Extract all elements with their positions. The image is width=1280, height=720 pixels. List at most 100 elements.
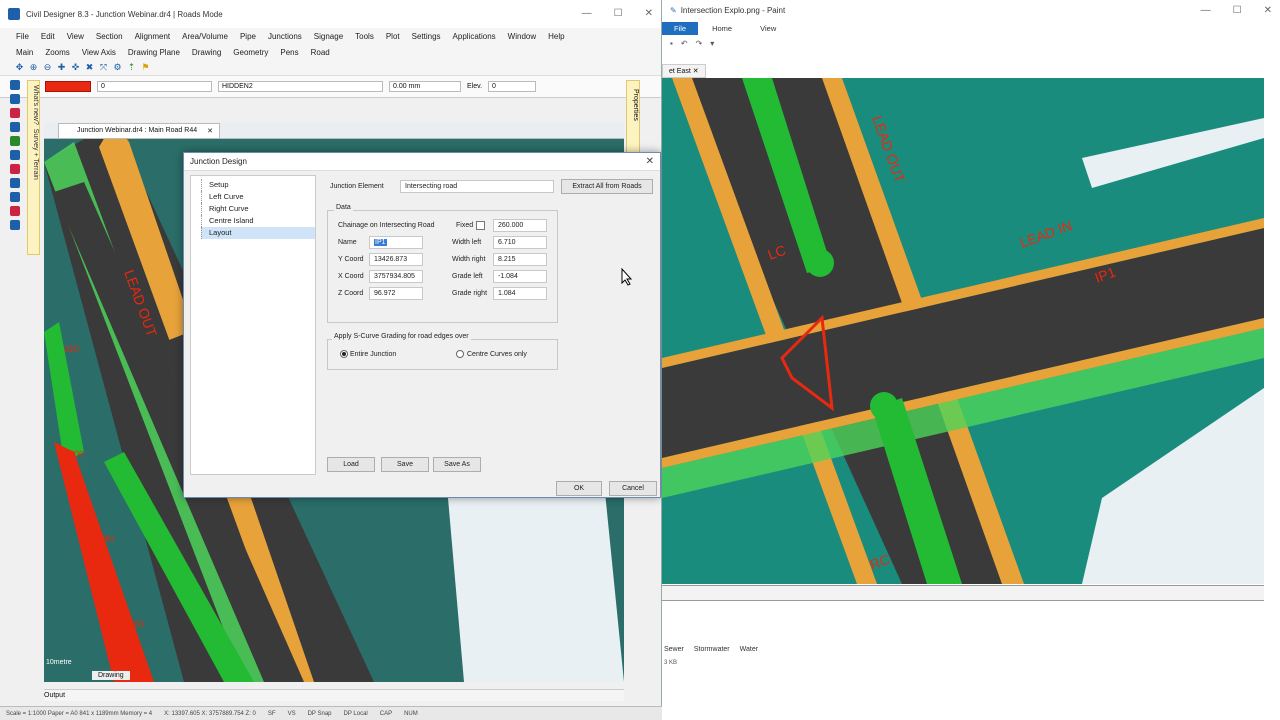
paint-tab-close-icon[interactable]: ✕ (693, 68, 699, 75)
chainage-field[interactable]: 260.000 (493, 219, 547, 232)
sign-icon[interactable] (10, 206, 20, 216)
paint-bottom-tab[interactable]: Water (740, 646, 758, 656)
save-icon[interactable]: ▪ (670, 39, 673, 48)
menu-item-applications[interactable]: Applications (447, 32, 502, 41)
ribbon-tab-drawingplane[interactable]: Drawing Plane (122, 48, 186, 57)
cross-icon[interactable]: ✖ (84, 62, 95, 73)
dropdown-icon[interactable]: ▾ (710, 39, 714, 48)
ribbon-tab-drawing[interactable]: Drawing (186, 48, 227, 57)
menu-item-plot[interactable]: Plot (380, 32, 406, 41)
paint-bottom-tab[interactable]: Sewer (664, 646, 684, 656)
radio-centre-curves[interactable] (456, 350, 464, 358)
fixed-checkbox[interactable] (476, 221, 485, 230)
ribbon-tab-pens[interactable]: Pens (274, 48, 304, 57)
menu-item-settings[interactable]: Settings (406, 32, 447, 41)
menu-item-junctions[interactable]: Junctions (262, 32, 308, 41)
tree-item-rightcurve[interactable]: Right Curve (201, 203, 315, 215)
pipe-icon[interactable] (10, 108, 20, 118)
load-button[interactable]: Load (327, 457, 375, 472)
tree-item-setup[interactable]: Setup (201, 179, 315, 191)
menu-item-signage[interactable]: Signage (308, 32, 349, 41)
gear-icon[interactable]: ⚙ (112, 62, 123, 73)
grade-left-field[interactable]: -1.084 (493, 270, 547, 283)
ch-280-label: 280 (99, 534, 114, 544)
paint-tab-label: et East (669, 68, 691, 75)
ribbon-tab-geometry[interactable]: Geometry (227, 48, 274, 57)
move-icon[interactable]: ✚ (56, 62, 67, 73)
maximize-icon[interactable]: ☐ (614, 8, 623, 19)
menu-item-section[interactable]: Section (90, 32, 129, 41)
paint-ribbon-view[interactable]: View (746, 24, 790, 33)
minimize-icon[interactable]: — (582, 8, 592, 19)
extract-all-button[interactable]: Extract All from Roads (561, 179, 653, 194)
grid-icon[interactable] (10, 192, 20, 202)
pin-icon[interactable]: ⇡ (126, 62, 137, 73)
zoom-in-icon[interactable]: ⊕ (28, 62, 39, 73)
redo-icon[interactable]: ↷ (696, 39, 703, 48)
junction-element-select[interactable]: Intersecting road (400, 180, 554, 193)
paint-tab[interactable]: et East ✕ (662, 64, 706, 78)
paint-canvas[interactable]: LEAD OUT LEAD IN IP1 LC RC (662, 78, 1264, 584)
document-tab[interactable]: Junction Webinar.dr4 : Main Road R44 ✕ (58, 122, 220, 138)
paint-window-buttons: — ☐ ✕ (1201, 5, 1272, 16)
dialog-close-icon[interactable]: ✕ (646, 156, 654, 167)
survey-icon[interactable] (10, 164, 20, 174)
menu-item-view[interactable]: View (61, 32, 90, 41)
snap-icon[interactable]: ✜ (70, 62, 81, 73)
layer-icon[interactable] (10, 94, 20, 104)
cancel-button[interactable]: Cancel (609, 481, 657, 496)
drawing-tab[interactable]: Drawing (92, 671, 130, 680)
tree-item-centreisland[interactable]: Centre Island (201, 215, 315, 227)
close-icon[interactable]: ✕ (645, 8, 653, 19)
ribbon-tab-main[interactable]: Main (10, 48, 39, 57)
plot-icon[interactable] (10, 150, 20, 160)
road-icon[interactable] (10, 80, 20, 90)
colour-swatch[interactable] (45, 81, 91, 92)
radio-entire-junction[interactable] (340, 350, 348, 358)
menu-item-tools[interactable]: Tools (349, 32, 380, 41)
paint-bottom-tab[interactable]: Stormwater (694, 646, 730, 656)
extend-icon[interactable]: ⤧ (98, 62, 109, 73)
linetype-field[interactable]: HIDDEN2 (218, 81, 383, 92)
tree-item-layout[interactable]: Layout (201, 227, 315, 239)
paint-ribbon-file[interactable]: File (662, 21, 699, 35)
section-icon[interactable] (10, 178, 20, 188)
width-right-field[interactable]: 8.215 (493, 253, 547, 266)
ribbon-tab-road[interactable]: Road (305, 48, 336, 57)
paint-maximize-icon[interactable]: ☐ (1233, 5, 1242, 16)
close-tab-icon[interactable]: ✕ (207, 127, 213, 135)
width-left-field[interactable]: 6.710 (493, 236, 547, 249)
ribbon-tab-viewaxis[interactable]: View Axis (76, 48, 122, 57)
tool-icon[interactable] (10, 122, 20, 132)
width-field[interactable]: 0.00 mm (389, 81, 461, 92)
paint-ribbon-home[interactable]: Home (698, 24, 746, 33)
whats-new-tab[interactable]: What's new? Survey + Terrain (27, 80, 40, 255)
flag-icon[interactable]: ⚑ (140, 62, 151, 73)
pan-icon[interactable]: ✥ (14, 62, 25, 73)
layer-field[interactable]: 0 (97, 81, 212, 92)
save-button[interactable]: Save (381, 457, 429, 472)
terrain-icon[interactable] (10, 136, 20, 146)
menu-item-edit[interactable]: Edit (35, 32, 61, 41)
zoom-out-icon[interactable]: ⊖ (42, 62, 53, 73)
ok-button[interactable]: OK (556, 481, 602, 496)
undo-icon[interactable]: ↶ (681, 39, 688, 48)
menu-item-alignment[interactable]: Alignment (129, 32, 177, 41)
menu-item-window[interactable]: Window (502, 32, 542, 41)
tree-item-leftcurve[interactable]: Left Curve (201, 191, 315, 203)
menu-item-help[interactable]: Help (542, 32, 570, 41)
menu-item-file[interactable]: File (10, 32, 35, 41)
xcoord-field[interactable]: 3757934.805 (369, 270, 423, 283)
menu-item-pipe[interactable]: Pipe (234, 32, 262, 41)
zcoord-field[interactable]: 96.972 (369, 287, 423, 300)
chart-icon[interactable] (10, 220, 20, 230)
ycoord-field[interactable]: 13426.873 (369, 253, 423, 266)
name-field[interactable]: IP1 (369, 236, 423, 249)
save-as-button[interactable]: Save As (433, 457, 481, 472)
ribbon-tab-zooms[interactable]: Zooms (39, 48, 75, 57)
grade-right-field[interactable]: 1.084 (493, 287, 547, 300)
elev-field[interactable]: 0 (488, 81, 537, 92)
paint-close-icon[interactable]: ✕ (1264, 5, 1272, 16)
paint-minimize-icon[interactable]: — (1201, 5, 1211, 16)
menu-item-areavolume[interactable]: Area/Volume (176, 32, 234, 41)
